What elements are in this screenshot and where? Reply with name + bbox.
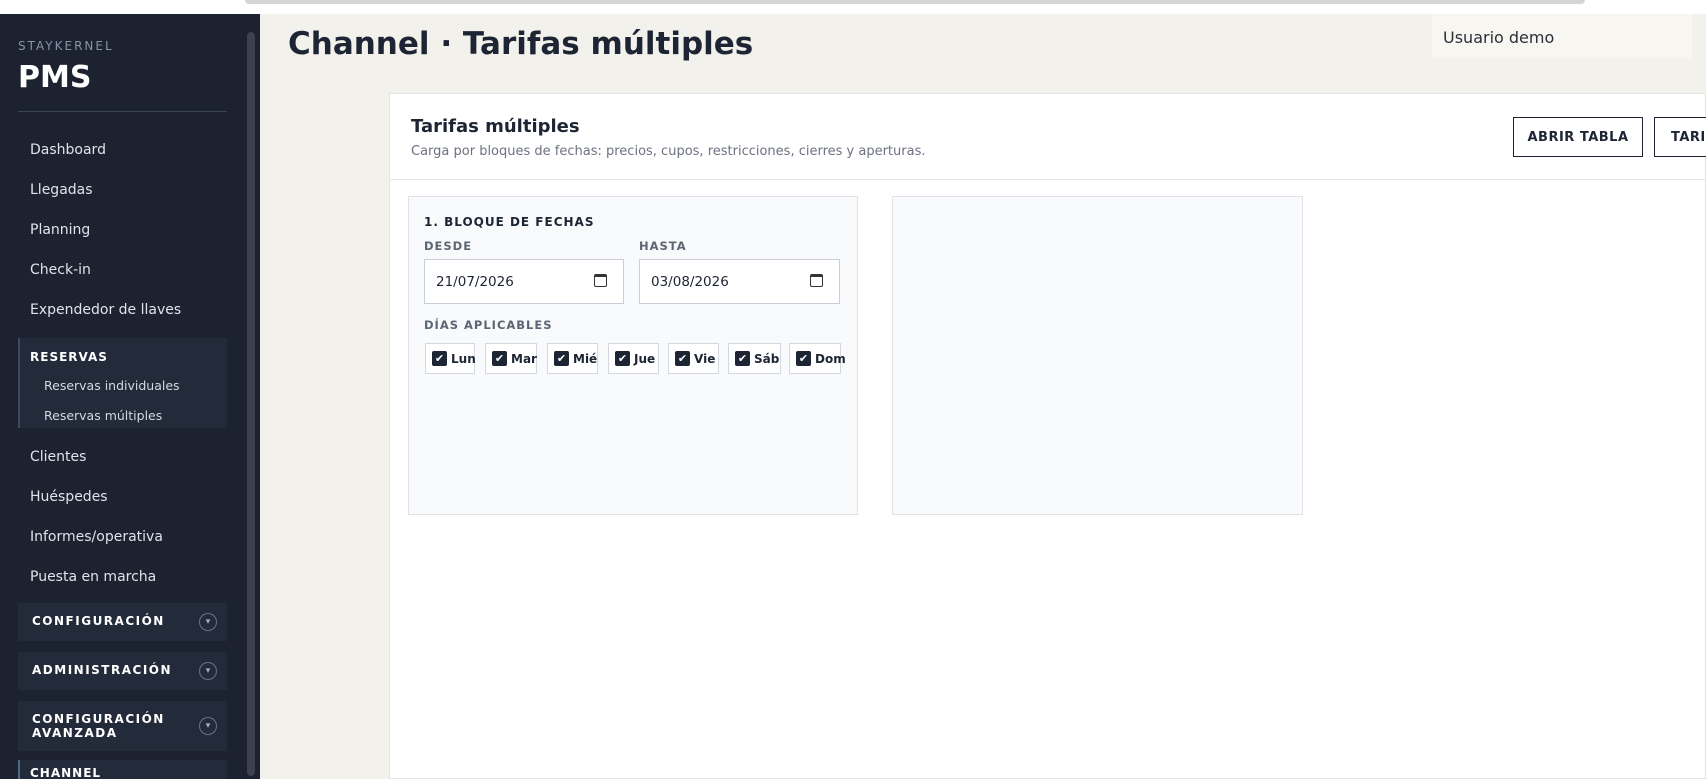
reservas-title[interactable]: RESERVAS [30,350,108,364]
nav-reservas-individuales[interactable]: Reservas individuales [44,378,180,393]
from-date-input[interactable]: 21/07/2026 [424,259,624,304]
to-date-input[interactable]: 03/08/2026 [639,259,840,304]
chevron-down-icon: ▾ [199,717,217,735]
brand-logo: PMS [18,60,92,95]
nav-puesta-en-marcha[interactable]: Puesta en marcha [30,569,156,585]
rates-button[interactable]: TARIFAS [1654,117,1706,157]
day-dom[interactable]: ✔ Dom [789,343,846,374]
collapser-label: ADMINISTRACIÓN [32,663,173,677]
day-label: Jue [634,352,656,366]
day-sab[interactable]: ✔ Sáb [728,343,781,374]
checkbox-checked-icon: ✔ [432,351,447,366]
checkbox-checked-icon: ✔ [796,351,811,366]
rates-card: Tarifas múltiples Carga por bloques de f… [389,93,1706,779]
checkbox-checked-icon: ✔ [615,351,630,366]
checkbox-checked-icon: ✔ [735,351,750,366]
day-jue[interactable]: ✔ Jue [608,343,659,374]
collapser-configuracion-avanzada[interactable]: CONFIGURACIÓN AVANZADA ▾ [18,701,227,751]
page-title: Channel · Tarifas múltiples [288,26,754,62]
divider [18,111,227,112]
day-vie[interactable]: ✔ Vie [668,343,719,374]
collapser-label: CONFIGURACIÓN AVANZADA [32,712,165,740]
date-block-title: 1. BLOQUE DE FECHAS [424,215,595,229]
open-table-button[interactable]: ABRIR TABLA [1513,117,1643,157]
nav-checkin[interactable]: Check-in [30,262,91,278]
nav-reservas-multiples[interactable]: Reservas múltiples [44,408,162,423]
from-date-value: 21/07/2026 [436,274,514,290]
chevron-down-icon: ▾ [199,662,217,680]
sidebar-scrollbar[interactable] [247,32,255,776]
brand-small: STAYKERNEL [18,39,114,53]
browser-top-strip [0,0,1706,14]
channel-title: CHANNEL [30,766,102,779]
day-mar[interactable]: ✔ Mar [485,343,537,374]
nav-expendedor[interactable]: Expendedor de llaves [30,302,181,318]
from-label: DESDE [424,239,473,253]
reservas-group: RESERVAS Reservas individuales Reservas … [18,338,227,428]
to-date-value: 03/08/2026 [651,274,729,290]
day-label: Mar [511,352,537,366]
checkbox-checked-icon: ✔ [554,351,569,366]
day-mie[interactable]: ✔ Mié [547,343,598,374]
nav-planning[interactable]: Planning [30,222,90,238]
collapser-administracion[interactable]: ADMINISTRACIÓN ▾ [18,652,227,690]
day-label: Vie [694,352,716,366]
nav-llegadas[interactable]: Llegadas [30,182,93,198]
collapser-label: CONFIGURACIÓN [32,614,165,628]
collapser-configuracion[interactable]: CONFIGURACIÓN ▾ [18,603,227,641]
day-label: Sáb [754,352,780,366]
card-subtitle: Carga por bloques de fechas: precios, cu… [411,144,926,159]
sidebar: STAYKERNEL PMS Dashboard Llegadas Planni… [0,14,260,779]
channel-group[interactable]: CHANNEL [18,760,227,779]
calendar-icon[interactable] [594,274,607,287]
nav-informes[interactable]: Informes/operativa [30,529,163,545]
calendar-icon[interactable] [810,274,823,287]
nav-dashboard[interactable]: Dashboard [30,142,106,158]
day-label: Dom [815,352,846,366]
card-title: Tarifas múltiples [411,116,580,137]
checkbox-checked-icon: ✔ [492,351,507,366]
day-lun[interactable]: ✔ Lun [425,343,476,374]
to-label: HASTA [639,239,687,253]
tarifas-panel [892,196,1303,515]
nav-huespedes[interactable]: Huéspedes [30,489,108,505]
day-label: Lun [451,352,476,366]
card-header: Tarifas múltiples Carga por bloques de f… [390,94,1706,180]
day-label: Mié [573,352,598,366]
checkbox-checked-icon: ✔ [675,351,690,366]
user-menu[interactable]: Usuario demo [1432,14,1692,58]
user-name: Usuario demo [1443,28,1555,47]
chevron-down-icon: ▾ [199,613,217,631]
top-scrollbar [245,0,1585,4]
days-label: DÍAS APLICABLES [424,318,553,332]
nav-clientes[interactable]: Clientes [30,449,86,465]
